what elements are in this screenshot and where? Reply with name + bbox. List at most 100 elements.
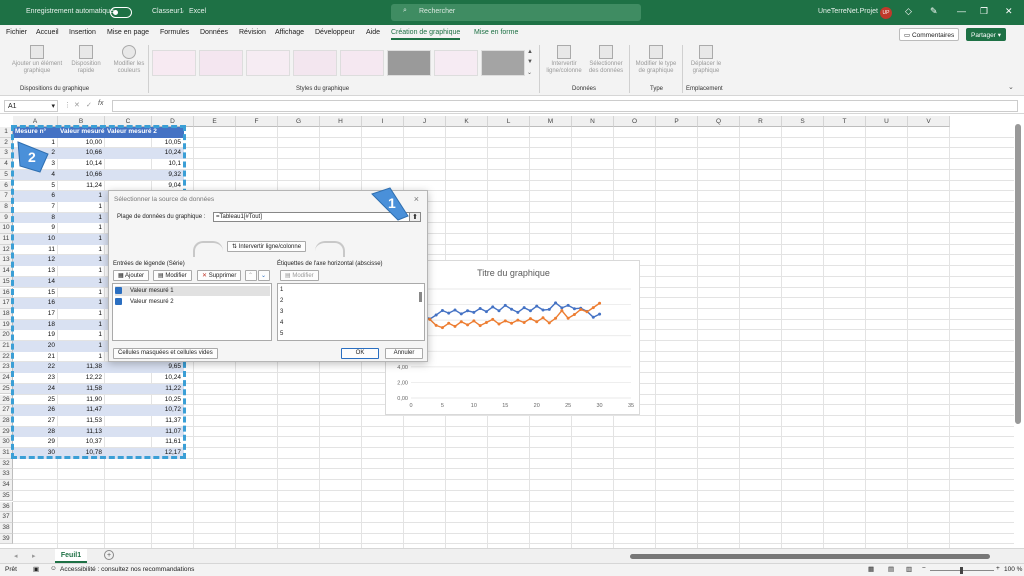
tab-insertion[interactable]: Insertion xyxy=(69,29,96,36)
series-item[interactable]: Valeur mesuré 2 xyxy=(115,297,270,307)
name-box[interactable]: A1 ▾ xyxy=(4,100,58,112)
styles-scroll-up-icon[interactable]: ▲ xyxy=(527,49,533,55)
column-header[interactable]: R xyxy=(740,116,782,127)
checkbox-checked-icon[interactable] xyxy=(115,297,122,305)
row-header[interactable]: 34 xyxy=(0,480,13,491)
styles-more-icon[interactable]: ⌄ xyxy=(527,69,532,76)
sheet-tab-feuil1[interactable]: Feuil1 xyxy=(55,549,87,563)
column-header[interactable]: P xyxy=(656,116,698,127)
switch-row-col-button[interactable]: Intervertir ligne/colonne xyxy=(543,45,585,75)
column-header[interactable]: U xyxy=(866,116,908,127)
column-header[interactable]: F xyxy=(236,116,278,127)
normal-view-icon[interactable]: ▦ xyxy=(868,565,874,573)
tab-donnees[interactable]: Données xyxy=(200,29,228,36)
edit-axis-button[interactable]: ▤ Modifier xyxy=(280,270,319,281)
tab-mise-en-forme[interactable]: Mise en forme xyxy=(474,29,518,36)
add-series-button[interactable]: ▦ Ajouter xyxy=(113,270,150,281)
column-header[interactable]: L xyxy=(488,116,530,127)
row-header[interactable]: 39 xyxy=(0,533,13,545)
tab-mise-en-page[interactable]: Mise en page xyxy=(107,29,149,36)
next-sheet-icon[interactable]: ▸ xyxy=(32,552,36,560)
more-icon[interactable]: ⋮ xyxy=(64,101,71,109)
remove-series-button[interactable]: ✕ Supprimer xyxy=(197,270,242,281)
chart-style-8[interactable] xyxy=(481,50,525,76)
axis-labels-list[interactable]: 1 2 3 4 5 xyxy=(277,283,425,341)
select-data-button[interactable]: Sélectionner des données xyxy=(586,45,626,75)
comments-button[interactable]: ▭ Commentaires xyxy=(899,28,960,41)
avatar[interactable]: UP xyxy=(880,7,892,19)
accessibility-status[interactable]: Accessibilité : consultez nos recommanda… xyxy=(60,566,194,573)
hidden-cells-button[interactable]: Cellules masquées et cellules vides xyxy=(113,348,218,359)
chart-style-1[interactable] xyxy=(152,50,196,76)
column-header[interactable]: O xyxy=(614,116,656,127)
series-list[interactable]: Valeur mesuré 1 Valeur mesuré 2 xyxy=(112,283,272,341)
tab-developpeur[interactable]: Développeur xyxy=(315,29,355,36)
search-box[interactable]: ⌕ Rechercher xyxy=(391,4,641,21)
user-name[interactable]: UneTerreNet.Projet xyxy=(818,8,878,15)
page-break-icon[interactable]: ▥ xyxy=(906,565,912,573)
tab-affichage[interactable]: Affichage xyxy=(275,29,304,36)
move-up-button[interactable]: ⌃ xyxy=(245,270,257,281)
column-header[interactable]: G xyxy=(278,116,320,127)
vertical-scrollbar[interactable] xyxy=(1015,124,1021,424)
cancel-button[interactable]: Annuler xyxy=(385,348,423,359)
switch-row-col-dialog-button[interactable]: ⇅ Intervertir ligne/colonne xyxy=(227,241,307,252)
tab-formules[interactable]: Formules xyxy=(160,29,189,36)
tab-fichier[interactable]: Fichier xyxy=(6,29,27,36)
close-icon[interactable]: ✕ xyxy=(1005,6,1013,17)
row-header[interactable]: 37 xyxy=(0,512,13,523)
column-header[interactable]: Q xyxy=(698,116,740,127)
checkbox-checked-icon[interactable] xyxy=(115,286,122,294)
macro-icon[interactable]: ▣ xyxy=(33,565,39,573)
column-header[interactable]: T xyxy=(824,116,866,127)
collapse-range-icon[interactable]: ⬆ xyxy=(409,212,421,222)
column-header[interactable]: N xyxy=(572,116,614,127)
chart-style-3[interactable] xyxy=(246,50,290,76)
horizontal-scrollbar[interactable] xyxy=(630,554,990,559)
row-header[interactable]: 36 xyxy=(0,501,13,513)
tab-accueil[interactable]: Accueil xyxy=(36,29,59,36)
minimize-icon[interactable]: — xyxy=(957,6,966,16)
prev-sheet-icon[interactable]: ◂ xyxy=(14,552,18,560)
series-item[interactable]: Valeur mesuré 1 xyxy=(115,286,270,296)
restore-icon[interactable]: ❐ xyxy=(980,6,988,17)
column-header[interactable]: J xyxy=(404,116,446,127)
collapse-ribbon-icon[interactable]: ⌄ xyxy=(1008,83,1014,91)
chart-style-4[interactable] xyxy=(293,50,337,76)
formula-input[interactable] xyxy=(112,100,1018,112)
axis-list-scrollbar[interactable] xyxy=(419,292,422,302)
chart-style-6[interactable] xyxy=(387,50,431,76)
move-chart-button[interactable]: Déplacer le graphique xyxy=(686,45,726,75)
column-header[interactable]: S xyxy=(782,116,824,127)
add-sheet-button[interactable]: + xyxy=(104,550,114,560)
diamond-icon[interactable]: ◇ xyxy=(905,6,912,17)
tab-creation-graphique[interactable]: Création de graphique xyxy=(391,29,461,40)
chart-style-7[interactable] xyxy=(434,50,478,76)
column-header[interactable]: V xyxy=(908,116,950,127)
chart-style-2[interactable] xyxy=(199,50,243,76)
zoom-out-icon[interactable]: − xyxy=(922,565,926,572)
column-header[interactable]: E xyxy=(194,116,236,127)
insert-function-button[interactable]: fx xyxy=(98,100,103,107)
column-header[interactable]: M xyxy=(530,116,572,127)
tab-revision[interactable]: Révision xyxy=(239,29,266,36)
change-chart-type-button[interactable]: Modifier le type de graphique xyxy=(632,45,680,75)
row-header[interactable]: 38 xyxy=(0,522,13,534)
quick-layout-button[interactable]: Disposition rapide xyxy=(68,45,104,75)
column-header[interactable]: K xyxy=(446,116,488,127)
zoom-slider-thumb[interactable] xyxy=(960,567,963,574)
tab-aide[interactable]: Aide xyxy=(366,29,380,36)
column-header[interactable]: H xyxy=(320,116,362,127)
confirm-formula-icon[interactable]: ✓ xyxy=(86,101,92,109)
chart-style-5[interactable] xyxy=(340,50,384,76)
edit-series-button[interactable]: ▤ Modifier xyxy=(153,270,192,281)
styles-scroll-down-icon[interactable]: ▼ xyxy=(527,59,533,65)
share-button[interactable]: Partager ▾ xyxy=(966,28,1007,41)
add-chart-element-button[interactable]: Ajouter un élément graphique xyxy=(8,45,66,75)
row-header[interactable]: 35 xyxy=(0,490,13,502)
accessibility-icon[interactable]: ☺ xyxy=(50,565,57,572)
pen-icon[interactable]: ✎ xyxy=(930,6,938,17)
move-down-button[interactable]: ⌄ xyxy=(258,270,270,281)
cancel-formula-icon[interactable]: ✕ xyxy=(74,101,80,109)
row-header[interactable]: 32 xyxy=(0,458,13,470)
